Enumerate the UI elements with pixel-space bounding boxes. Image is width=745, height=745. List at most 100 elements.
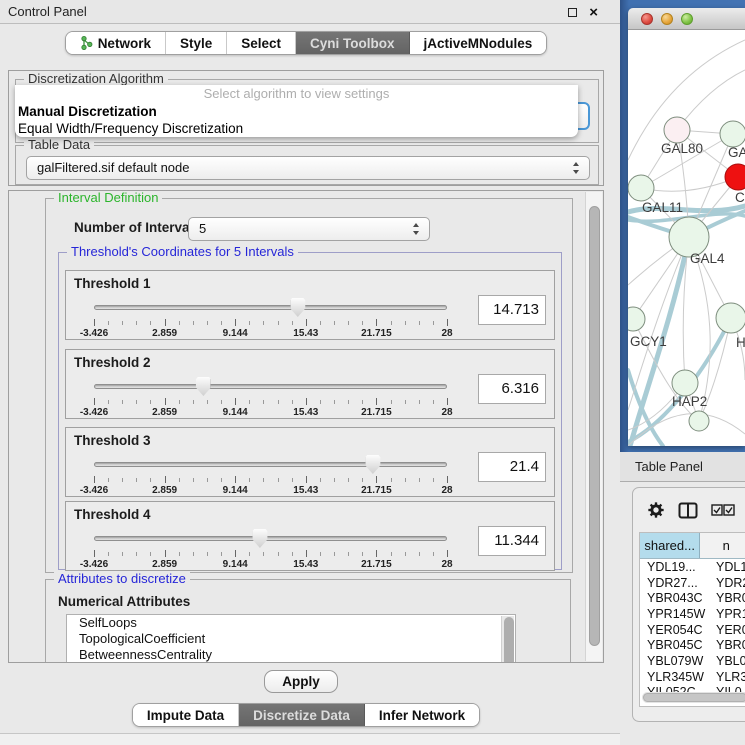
network-node[interactable] xyxy=(628,307,645,331)
minimize-window-icon[interactable] xyxy=(661,13,673,25)
slider-track xyxy=(94,384,447,389)
interval-definition-group: Interval Definition Number of Intervals … xyxy=(45,198,573,573)
tick-mark xyxy=(150,400,151,404)
close-window-icon[interactable] xyxy=(641,13,653,25)
gear-icon[interactable] xyxy=(647,501,665,519)
tick-mark xyxy=(348,478,349,482)
dropdown-option-manual-discretization[interactable]: Manual Discretization xyxy=(15,103,578,120)
tick-mark xyxy=(447,476,448,483)
node-label: H xyxy=(736,335,745,350)
dropdown-option-equal-width-frequency[interactable]: Equal Width/Frequency Discretization xyxy=(15,120,578,137)
scale-label: 9.144 xyxy=(223,485,248,496)
node-label: GA xyxy=(728,145,745,160)
table-horizontal-scrollbar[interactable] xyxy=(642,692,745,703)
tab-select[interactable]: Select xyxy=(227,32,296,54)
slider-thumb[interactable] xyxy=(252,529,267,548)
network-node[interactable] xyxy=(720,121,745,147)
slider-thumb[interactable] xyxy=(365,455,380,474)
apply-button[interactable]: Apply xyxy=(264,670,338,693)
tab-jactivemnodules[interactable]: jActiveMNodules xyxy=(410,32,547,54)
tick-mark xyxy=(306,398,307,405)
tab-impute-data[interactable]: Impute Data xyxy=(133,704,239,726)
close-panel-icon[interactable]: × xyxy=(589,5,598,20)
number-of-intervals-combobox[interactable]: 5 xyxy=(188,217,430,241)
threshold-4-panel: Threshold 4 -3.4262.8599.14415.4321.7152… xyxy=(65,501,555,571)
tab-discretize-data[interactable]: Discretize Data xyxy=(239,704,365,726)
threshold-1-panel: Threshold 1 -3.4262.8599.14415.4321.7152… xyxy=(65,270,555,340)
list-scrollbar[interactable] xyxy=(501,616,514,663)
threshold-4-value[interactable]: 11.344 xyxy=(478,526,546,556)
network-node[interactable] xyxy=(716,303,745,333)
float-window-icon[interactable] xyxy=(568,8,577,17)
threshold-1-value[interactable]: 14.713 xyxy=(478,295,546,325)
table-row[interactable]: YPR145WYPR1 xyxy=(640,606,745,622)
table-scrollbar-thumb[interactable] xyxy=(643,693,745,702)
threshold-1-slider[interactable]: -3.4262.8599.14415.4321.71528 xyxy=(94,297,447,337)
threshold-2-slider[interactable]: -3.4262.8599.14415.4321.71528 xyxy=(94,376,447,416)
slider-scale: -3.4262.8599.14415.4321.71528 xyxy=(94,407,447,419)
attribute-items: SelfLoopsTopologicalCoefficientBetweenne… xyxy=(67,615,515,663)
threshold-4-slider[interactable]: -3.4262.8599.14415.4321.71528 xyxy=(94,528,447,568)
attribute-item[interactable]: BetweennessCentrality xyxy=(67,647,515,663)
tick-mark xyxy=(193,478,194,482)
tab-infer-network[interactable]: Infer Network xyxy=(365,704,479,726)
combo-value: 5 xyxy=(199,221,206,236)
tick-mark xyxy=(136,321,137,325)
panel-scrollbar[interactable] xyxy=(585,192,602,661)
scale-label: 15.43 xyxy=(293,559,318,570)
tick-mark xyxy=(94,550,95,557)
tick-mark xyxy=(136,552,137,556)
zoom-window-icon[interactable] xyxy=(681,13,693,25)
network-node[interactable] xyxy=(628,175,654,201)
table-row[interactable]: YBR045CYBR0 xyxy=(640,637,745,653)
table-row[interactable]: YDR27...YDR2 xyxy=(640,575,745,591)
table-row[interactable]: YER054CYER0 xyxy=(640,622,745,638)
network-node[interactable] xyxy=(672,370,698,396)
tick-mark xyxy=(433,478,434,482)
table-row[interactable]: YDL19...YDL1 xyxy=(640,559,745,575)
tick-mark xyxy=(193,552,194,556)
tick-mark xyxy=(207,478,208,482)
network-node[interactable] xyxy=(725,164,745,190)
column-header-shared-name[interactable]: shared... xyxy=(640,533,700,558)
threshold-3-panel: Threshold 3 -3.4262.8599.14415.4321.7152… xyxy=(65,427,555,497)
attribute-item[interactable]: SelfLoops xyxy=(67,615,515,631)
table-row[interactable]: YBL079WYBL0 xyxy=(640,653,745,669)
node-label: HAP2 xyxy=(672,394,707,409)
attribute-item[interactable]: TopologicalCoefficient xyxy=(67,631,515,647)
table-cell: YER0 xyxy=(710,623,745,637)
network-node[interactable] xyxy=(664,117,690,143)
network-canvas[interactable]: GAL80GACGAL11GAL4GCY1HHAP2 xyxy=(628,30,745,446)
slider-thumb[interactable] xyxy=(196,377,211,396)
tick-mark xyxy=(122,552,123,556)
numerical-attributes-list[interactable]: SelfLoopsTopologicalCoefficientBetweenne… xyxy=(66,614,516,663)
table-row[interactable]: YBR043CYBR0 xyxy=(640,590,745,606)
table-row[interactable]: YLR345WYLR3 xyxy=(640,669,745,685)
tab-cyni-toolbox[interactable]: Cyni Toolbox xyxy=(296,32,410,54)
scale-label: 21.715 xyxy=(361,328,392,339)
column-header-name[interactable]: n xyxy=(700,533,745,558)
columns-icon[interactable] xyxy=(678,502,698,519)
threshold-3-slider[interactable]: -3.4262.8599.14415.4321.71528 xyxy=(94,454,447,494)
tick-mark xyxy=(263,552,264,556)
panel-scrollbar-thumb[interactable] xyxy=(589,206,600,646)
table-data-combobox[interactable]: galFiltered.sif default node xyxy=(26,156,590,180)
tick-mark xyxy=(447,398,448,405)
tick-mark xyxy=(249,321,250,325)
scale-label: 28 xyxy=(441,485,452,496)
number-of-intervals-label: Number of Intervals xyxy=(74,220,201,235)
network-node[interactable] xyxy=(689,411,709,431)
tab-style[interactable]: Style xyxy=(166,32,227,54)
list-scrollbar-thumb[interactable] xyxy=(504,617,514,663)
network-window[interactable]: GAL80GACGAL11GAL4GCY1HHAP2 xyxy=(628,8,745,446)
select-columns-checkbox-icon[interactable] xyxy=(711,504,735,516)
slider-thumb[interactable] xyxy=(290,298,305,317)
threshold-3-value[interactable]: 21.4 xyxy=(478,452,546,482)
tick-mark xyxy=(122,478,123,482)
tick-mark xyxy=(405,400,406,404)
tick-mark xyxy=(150,552,151,556)
threshold-2-value[interactable]: 6.316 xyxy=(478,374,546,404)
tick-mark xyxy=(334,478,335,482)
tab-network[interactable]: Network xyxy=(66,32,166,54)
group-title: Interval Definition xyxy=(54,190,162,205)
